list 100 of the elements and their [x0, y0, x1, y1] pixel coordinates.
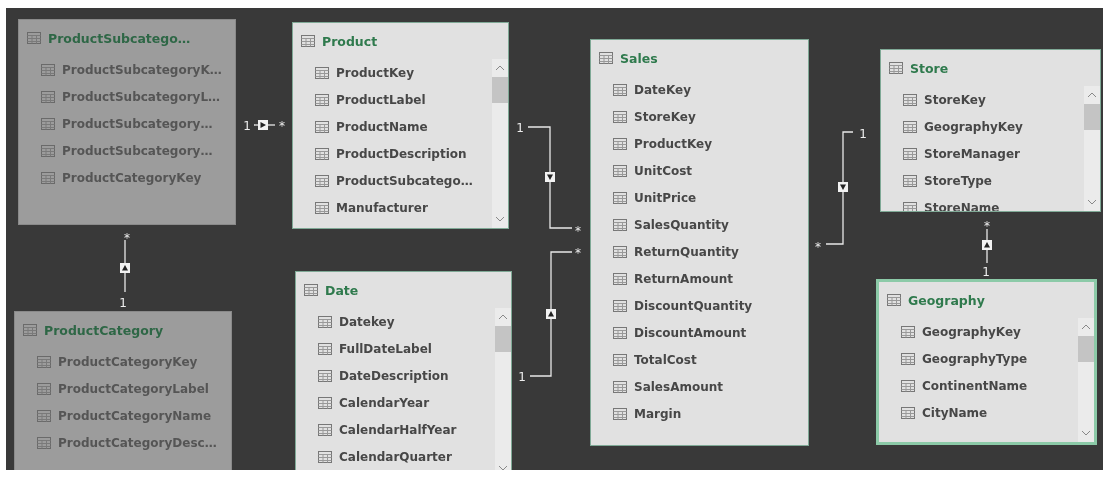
column-icon: [318, 369, 332, 382]
column-name[interactable]: CalendarHalfYear: [339, 422, 457, 437]
cardinality-label: *: [279, 119, 285, 133]
relationship-line[interactable]: [527, 126, 573, 229]
relationship-line[interactable]: [253, 124, 276, 126]
column-name[interactable]: SalesAmount: [634, 379, 723, 394]
column-icon: [315, 66, 329, 79]
relationship-line[interactable]: [124, 239, 126, 293]
scrollbar-thumb[interactable]: [1078, 336, 1094, 362]
column-icon: [41, 144, 55, 157]
cardinality-label: *: [575, 246, 581, 260]
table-icon: [304, 284, 318, 296]
column-name[interactable]: ProductDescription: [336, 146, 467, 161]
column-name[interactable]: DiscountQuantity: [634, 298, 753, 313]
column-icon: [613, 272, 627, 285]
column-name[interactable]: DateKey: [634, 82, 691, 97]
table-icon: [23, 324, 37, 336]
column-name[interactable]: StoreType: [924, 173, 992, 188]
column-icon: [318, 423, 332, 436]
column-name[interactable]: ContinentName: [922, 378, 1028, 393]
table-title: ProductCategory: [44, 322, 164, 338]
column-name[interactable]: Datekey: [339, 314, 395, 329]
column-name[interactable]: StoreManager: [924, 146, 1020, 161]
column-name[interactable]: ProductLabel: [336, 92, 426, 107]
scrollbar-thumb[interactable]: [495, 326, 511, 352]
column-icon: [613, 137, 627, 150]
column-name[interactable]: Manufacturer: [336, 200, 428, 215]
column-name[interactable]: ProductName: [336, 119, 428, 134]
column-icon: [318, 315, 332, 328]
column-icon: [613, 218, 627, 231]
column-icon: [903, 201, 917, 211]
column-name[interactable]: FullDateLabel: [339, 341, 432, 356]
column-name[interactable]: ProductKey: [336, 65, 414, 80]
cardinality-label: 1: [119, 296, 127, 310]
relationship-line[interactable]: [825, 131, 854, 245]
column-name[interactable]: TotalCost: [634, 352, 697, 367]
column-icon: [903, 93, 917, 106]
cardinality-label: 1: [518, 370, 526, 384]
relationship-line[interactable]: [529, 251, 573, 377]
scroll-down-icon[interactable]: [495, 216, 505, 222]
cardinality-label: 1: [243, 119, 251, 133]
column-name[interactable]: StoreName: [924, 200, 1000, 211]
scrollbar-thumb[interactable]: [1084, 104, 1100, 130]
column-name[interactable]: CalendarYear: [339, 395, 430, 410]
scrollbar-thumb[interactable]: [492, 77, 508, 103]
column-name[interactable]: ProductSubcatego…: [336, 173, 473, 188]
column-name[interactable]: CalendarQuarter: [339, 449, 452, 464]
column-icon: [318, 396, 332, 409]
column-name[interactable]: ProductKey: [634, 136, 712, 151]
column-name[interactable]: StoreKey: [924, 92, 986, 107]
column-icon: [903, 120, 917, 133]
column-name[interactable]: ReturnAmount: [634, 271, 733, 286]
column-name[interactable]: GeographyKey: [924, 119, 1023, 134]
relationship-line[interactable]: [986, 228, 988, 264]
scroll-down-icon[interactable]: [1087, 199, 1097, 205]
column-name[interactable]: UnitCost: [634, 163, 693, 178]
scroll-up-icon[interactable]: [495, 65, 505, 71]
scroll-down-icon[interactable]: [1081, 430, 1091, 436]
column-icon: [41, 90, 55, 103]
column-name[interactable]: StoreKey: [634, 109, 696, 124]
table-card[interactable]: Store StoreKey GeographyKey StoreManager StoreType StoreName: [880, 49, 1101, 212]
scroll-up-icon[interactable]: [498, 314, 508, 320]
cardinality-label: *: [575, 224, 581, 238]
table-icon: [301, 35, 315, 47]
column-icon: [37, 355, 51, 368]
column-name[interactable]: DateDescription: [339, 368, 449, 383]
scrollbar[interactable]: [1084, 86, 1100, 211]
table-card[interactable]: Product ProductKey ProductLabel ProductName ProductDescription ProductSubcatego… Manufacturer: [292, 22, 509, 229]
table-title: Date: [325, 282, 359, 298]
scrollbar[interactable]: [1078, 318, 1094, 442]
column-icon: [613, 164, 627, 177]
cardinality-label: *: [984, 219, 990, 233]
column-icon: [613, 353, 627, 366]
scroll-up-icon[interactable]: [1081, 324, 1091, 330]
column-icon: [315, 174, 329, 187]
column-icon: [903, 147, 917, 160]
column-name[interactable]: GeographyKey: [922, 324, 1021, 339]
column-name[interactable]: Margin: [634, 406, 682, 421]
column-icon: [613, 83, 627, 96]
cardinality-label: 1: [859, 127, 867, 141]
column-icon: [901, 406, 915, 419]
column-name[interactable]: UnitPrice: [634, 190, 697, 205]
column-name[interactable]: GeographyType: [922, 351, 1028, 366]
table-card[interactable]: Geography GeographyKey GeographyType ContinentName CityName: [876, 279, 1097, 445]
table-card[interactable]: Date Datekey FullDateLabel DateDescription CalendarYear CalendarHalfYear CalendarQuarter: [295, 271, 512, 470]
scrollbar[interactable]: [492, 59, 508, 228]
column-name[interactable]: SalesQuantity: [634, 217, 729, 232]
column-name[interactable]: ReturnQuantity: [634, 244, 739, 259]
cardinality-label: *: [815, 240, 821, 254]
table-title: Product: [322, 33, 378, 49]
column-name[interactable]: CityName: [922, 405, 988, 420]
table-icon: [27, 32, 41, 44]
scroll-down-icon[interactable]: [498, 465, 508, 470]
table-card[interactable]: Sales DateKey StoreKey ProductKey UnitCost UnitPrice SalesQuantity ReturnQuantity ReturnAmount DiscountQuantity DiscountAmount TotalCost SalesAmount Margin: [590, 39, 809, 446]
column-icon: [901, 379, 915, 392]
cardinality-label: 1: [516, 121, 524, 135]
scrollbar[interactable]: [495, 308, 511, 470]
scroll-up-icon[interactable]: [1087, 92, 1097, 98]
column-icon: [315, 147, 329, 160]
column-name[interactable]: DiscountAmount: [634, 325, 747, 340]
